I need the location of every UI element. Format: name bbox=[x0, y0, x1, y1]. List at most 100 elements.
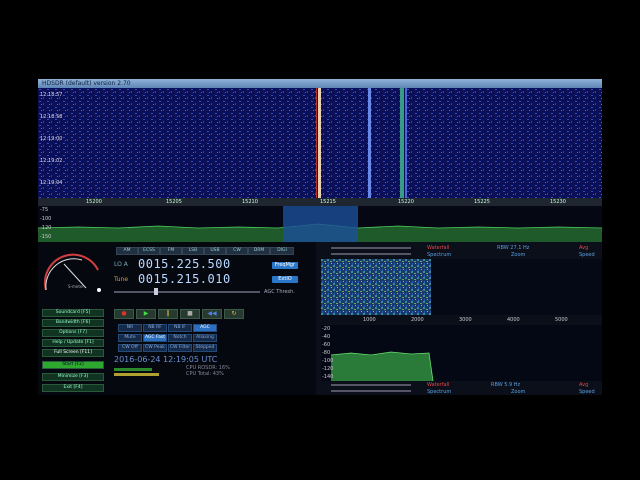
mode-ecss-button[interactable]: ECSS bbox=[138, 247, 160, 255]
stop-button[interactable]: ■ bbox=[180, 309, 200, 319]
lo-frequency[interactable]: 0015.225.500 bbox=[138, 257, 231, 271]
level-label: -120 bbox=[40, 225, 52, 231]
mute-button[interactable]: Mute bbox=[118, 334, 142, 342]
zoom-waterfall[interactable] bbox=[321, 259, 431, 315]
waterfall-slider[interactable] bbox=[331, 247, 411, 249]
help-update-button[interactable]: Help / Update [F1] bbox=[42, 339, 104, 347]
main-waterfall[interactable]: 12:18:57 12:18:58 12:19:00 12:19:02 12:1… bbox=[38, 88, 602, 198]
agc-label: AGC Thresh. bbox=[264, 289, 295, 295]
zoom-top-controls: Waterfall RBW 27.1 Hz Avg Spectrum Zoom … bbox=[321, 245, 602, 259]
extio-button[interactable]: ExtIO bbox=[272, 276, 298, 283]
zoom-x-label: 5000 bbox=[555, 317, 568, 323]
agc-button[interactable]: AGC bbox=[193, 324, 217, 332]
zoom-waterfall-noise bbox=[321, 259, 431, 315]
meter-label: S-meter bbox=[68, 284, 85, 289]
agc-fast-button[interactable]: AGC Fast bbox=[143, 334, 167, 342]
nb-if-button[interactable]: NB IF bbox=[168, 324, 192, 332]
carrier-signal bbox=[318, 88, 321, 198]
freq-label: 15200 bbox=[86, 199, 102, 205]
waterfall-label-bottom: Waterfall bbox=[427, 382, 450, 388]
zoom-spectrum[interactable]: -20 -40 -60 -80 -100 -120 -140 bbox=[321, 325, 602, 382]
soundcard-button[interactable]: Soundcard [F5] bbox=[42, 309, 104, 317]
bandwidth-button[interactable]: Bandwidth [F6] bbox=[42, 319, 104, 327]
aliasing-button[interactable]: Aliasing bbox=[193, 334, 217, 342]
notch-button[interactable]: Notch bbox=[168, 334, 192, 342]
zoom-freq-axis: 1000 2000 3000 4000 5000 bbox=[321, 317, 602, 325]
speed-label-bottom: Speed bbox=[579, 389, 595, 395]
spectrum-label-bottom: Spectrum bbox=[427, 389, 452, 395]
tune-label: Tune bbox=[114, 276, 129, 283]
cpu-total-bar bbox=[114, 373, 159, 376]
agc-threshold-slider[interactable] bbox=[114, 291, 260, 293]
start-button[interactable]: Start [F2] bbox=[42, 361, 104, 369]
exit-button[interactable]: Exit [F4] bbox=[42, 384, 104, 392]
minimize-button[interactable]: Minimize [F3] bbox=[42, 373, 104, 381]
zoom-level-label: -40 bbox=[322, 334, 331, 340]
hdsdr-window: HDSDR (default) version 2.70 12:18:57 12… bbox=[38, 79, 602, 395]
mode-digi-button[interactable]: DIGI bbox=[270, 247, 294, 255]
cpu-total-text: CPU Total: 43% bbox=[186, 371, 224, 377]
time-label: 12:19:02 bbox=[40, 158, 63, 164]
mode-am-button[interactable]: AM bbox=[116, 247, 138, 255]
window-title: HDSDR (default) version 2.70 bbox=[42, 80, 131, 87]
nb-rf-button[interactable]: NB RF bbox=[143, 324, 167, 332]
zoom-label-bottom: Zoom bbox=[511, 389, 526, 395]
freq-label: 15210 bbox=[242, 199, 258, 205]
freq-label: 15215 bbox=[320, 199, 336, 205]
rbw-label-bottom: RBW 5.9 Hz bbox=[491, 382, 521, 388]
options-button[interactable]: Options [F7] bbox=[42, 329, 104, 337]
cw-off-button[interactable]: CW Off bbox=[118, 344, 142, 352]
stepped-button[interactable]: Stepped bbox=[193, 344, 217, 352]
mode-lsb-button[interactable]: LSB bbox=[182, 247, 204, 255]
zoom-x-label: 4000 bbox=[507, 317, 520, 323]
fullscreen-button[interactable]: Full Screen [F11] bbox=[42, 349, 104, 357]
zoom-level-label: -20 bbox=[322, 326, 331, 332]
loop-button[interactable]: ↻ bbox=[224, 309, 244, 319]
mode-cw-button[interactable]: CW bbox=[226, 247, 248, 255]
tuned-bandwidth[interactable] bbox=[283, 206, 358, 242]
level-label: -100 bbox=[40, 216, 52, 222]
freq-label: 15220 bbox=[398, 199, 414, 205]
zoom-spectrum-trace bbox=[330, 351, 434, 382]
zoom-x-label: 1000 bbox=[363, 317, 376, 323]
mode-drm-button[interactable]: DRM bbox=[248, 247, 270, 255]
play-button[interactable]: ▶ bbox=[136, 309, 156, 319]
zoom-level-label: -60 bbox=[322, 342, 331, 348]
waterfall-label: Waterfall bbox=[427, 245, 450, 251]
record-button[interactable]: ● bbox=[114, 309, 134, 319]
title-bar: HDSDR (default) version 2.70 bbox=[38, 79, 602, 88]
zoom-x-label: 3000 bbox=[459, 317, 472, 323]
nr-button[interactable]: NR bbox=[118, 324, 142, 332]
spectrum-label: Spectrum bbox=[427, 252, 452, 258]
zoom-level-label: -80 bbox=[322, 350, 331, 356]
tune-frequency[interactable]: 0015.215.010 bbox=[138, 272, 231, 286]
zoom-label: Zoom bbox=[511, 252, 526, 258]
utc-clock: 2016-06-24 12:19:05 UTC bbox=[114, 355, 218, 364]
pause-button[interactable]: ‖ bbox=[158, 309, 178, 319]
cw-filter-button[interactable]: CW Filter bbox=[168, 344, 192, 352]
mode-usb-button[interactable]: USB bbox=[204, 247, 226, 255]
control-panel: S-meter AM ECSS FM LSB USB CW DRM DIGI L… bbox=[38, 242, 316, 395]
cw-peak-button[interactable]: CW Peak bbox=[143, 344, 167, 352]
waterfall-slider-bottom[interactable] bbox=[331, 384, 411, 386]
time-label: 12:18:57 bbox=[40, 92, 63, 98]
zoom-bottom-controls: Waterfall RBW 5.9 Hz Avg Spectrum Zoom S… bbox=[321, 381, 602, 395]
spectrum-slider-bottom[interactable] bbox=[331, 390, 411, 392]
frequency-scale[interactable]: 15200 15205 15210 15215 15220 15225 1523… bbox=[38, 198, 602, 206]
zoom-level-label: -120 bbox=[322, 366, 334, 372]
freqmgr-button[interactable]: FreqMgr bbox=[272, 262, 298, 269]
zoom-level-label: -100 bbox=[322, 358, 334, 364]
agc-slider-thumb[interactable] bbox=[154, 288, 158, 295]
cpu-bar bbox=[114, 368, 152, 371]
time-label: 12:19:04 bbox=[40, 180, 63, 186]
spectrum-slider[interactable] bbox=[331, 253, 411, 255]
lo-label: LO A bbox=[114, 261, 128, 268]
avg-label: Avg bbox=[579, 245, 589, 251]
speed-label: Speed bbox=[579, 252, 595, 258]
avg-label-bottom: Avg bbox=[579, 382, 589, 388]
freq-label: 15205 bbox=[166, 199, 182, 205]
zoom-x-label: 2000 bbox=[411, 317, 424, 323]
rewind-button[interactable]: ◀◀ bbox=[202, 309, 222, 319]
mode-fm-button[interactable]: FM bbox=[160, 247, 182, 255]
freq-label: 15225 bbox=[474, 199, 490, 205]
